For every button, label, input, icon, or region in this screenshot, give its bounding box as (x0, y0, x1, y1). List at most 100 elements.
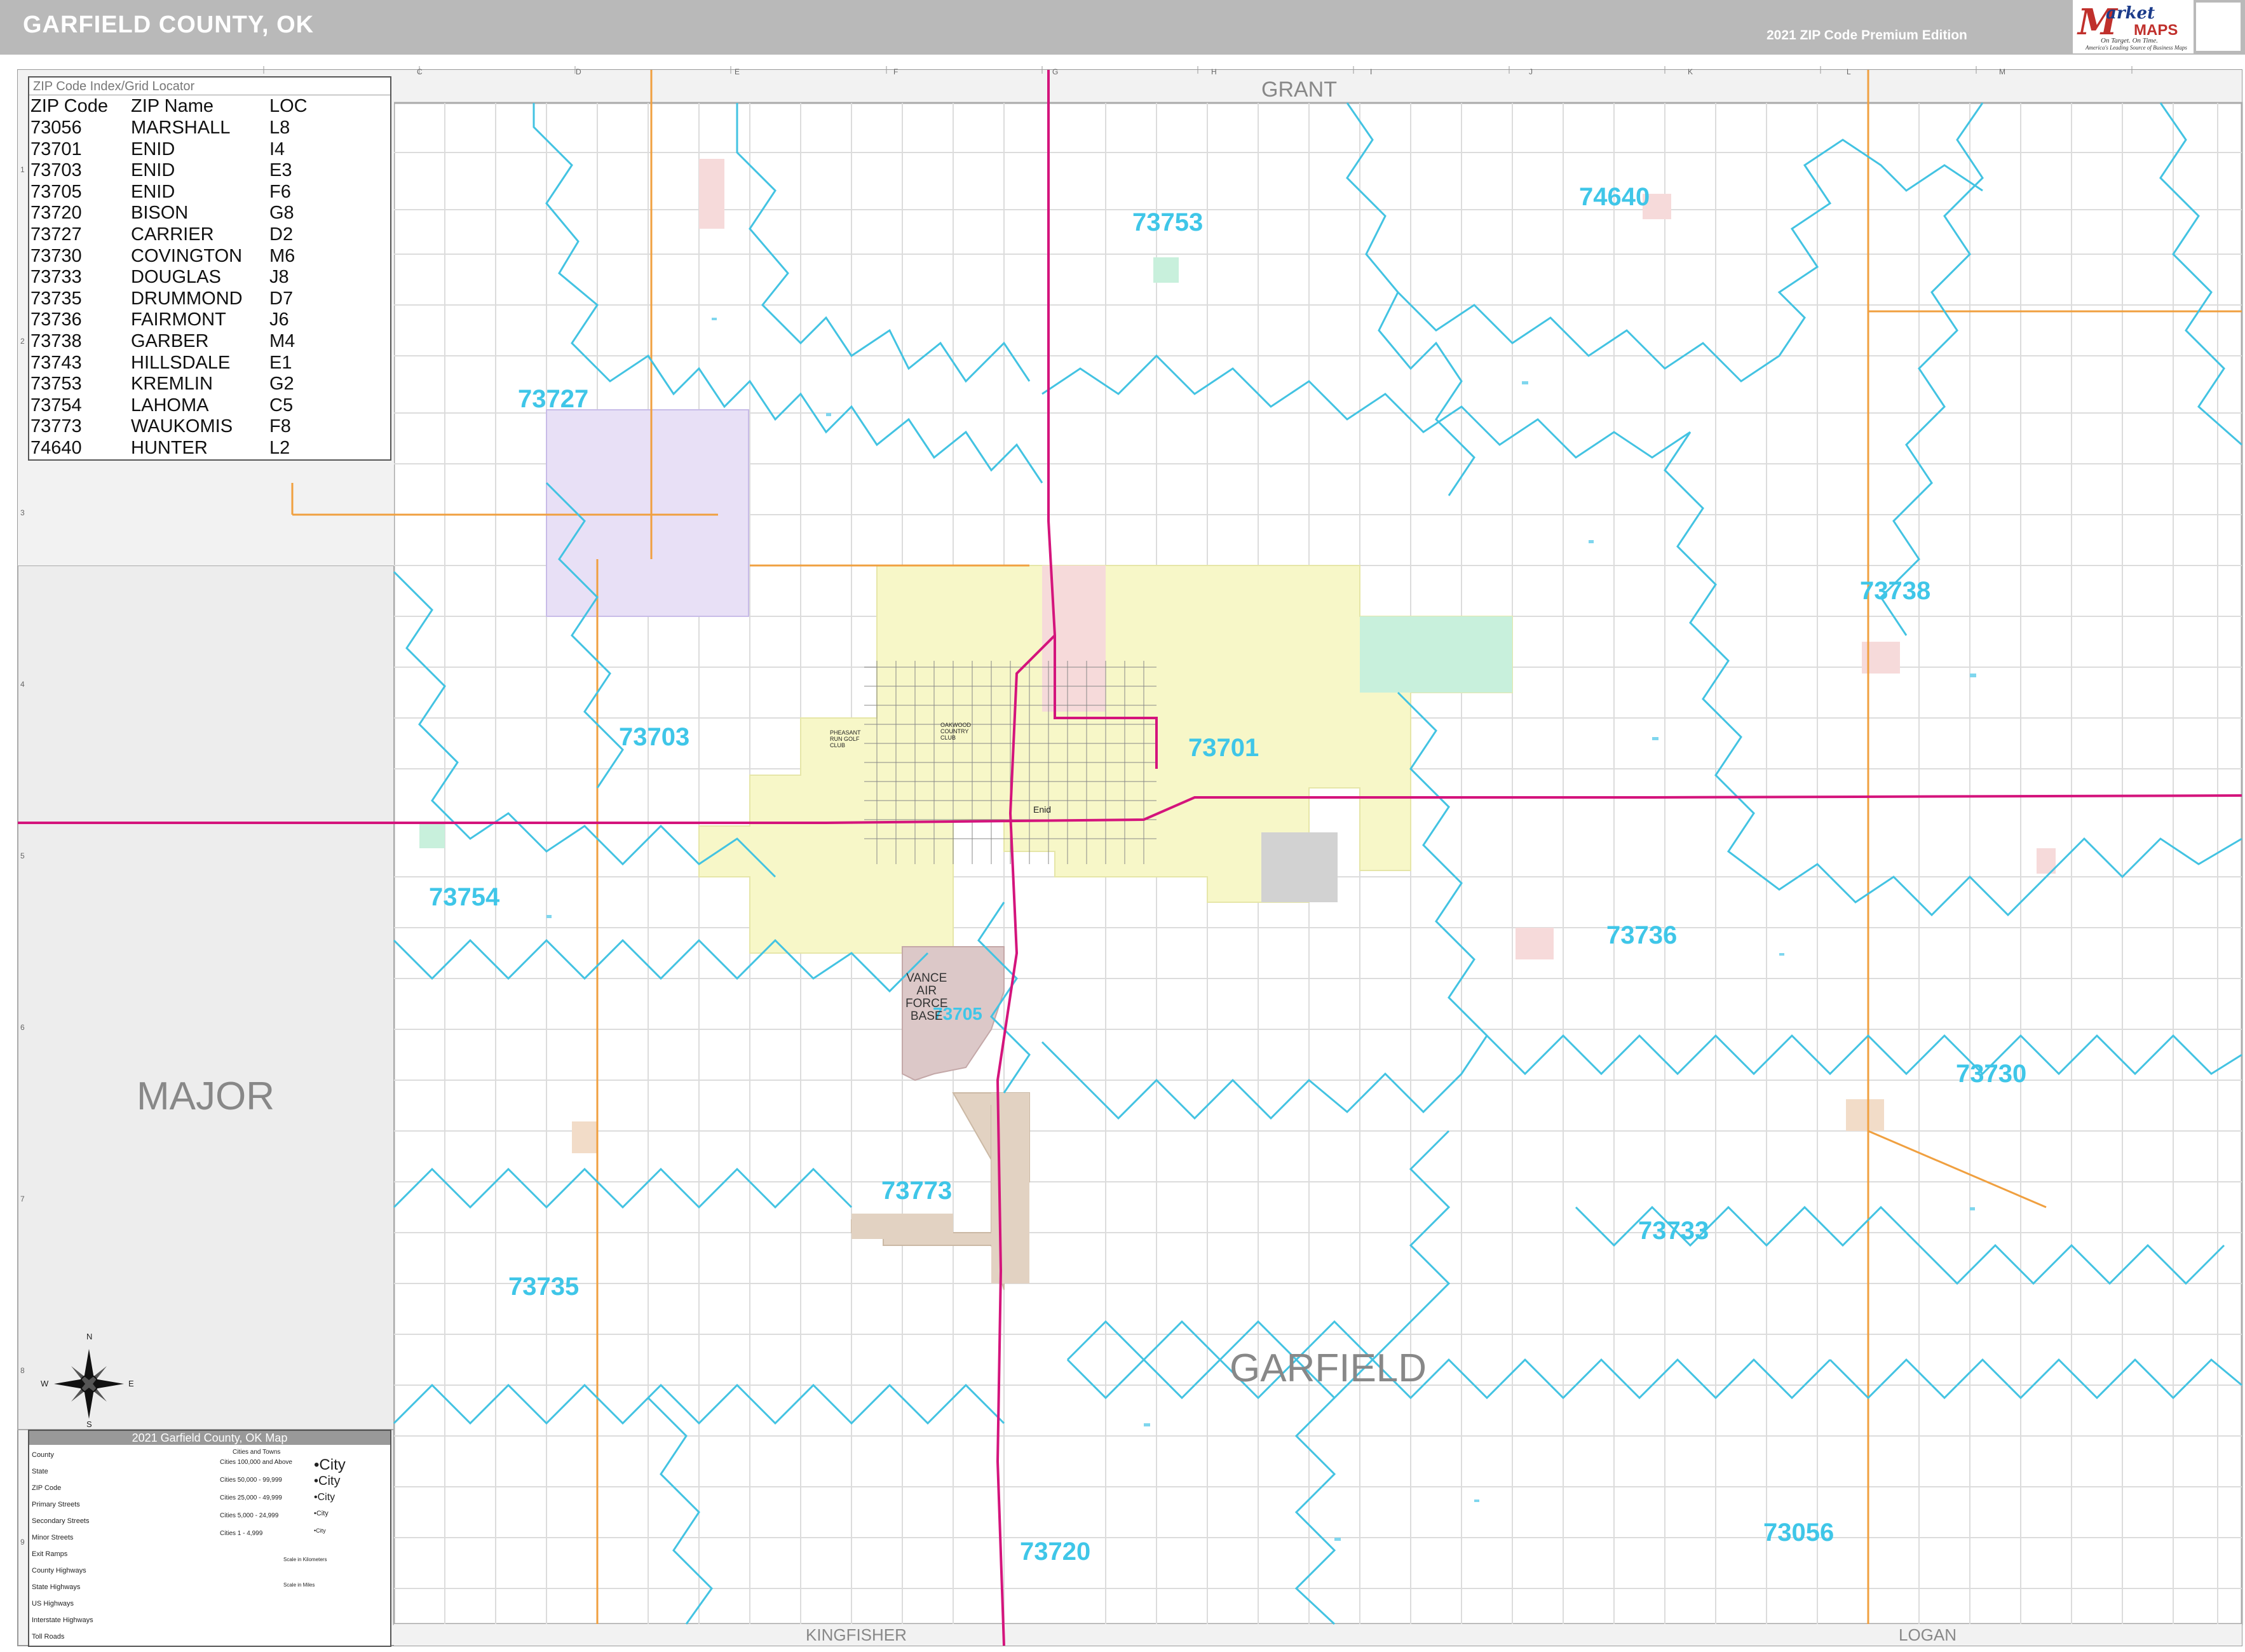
index-cell-name: DOUGLAS (131, 267, 221, 288)
legend-item-label: US Highways (32, 1600, 74, 1608)
index-header-loc: LOC (269, 96, 308, 116)
index-cell-name: CARRIER (131, 224, 214, 245)
legend-item-label: County (32, 1451, 54, 1459)
legend-item-label: Minor Streets (32, 1534, 74, 1541)
index-row: 73727 CARRIER D2 (29, 224, 390, 245)
zip-label-73773[interactable]: 73773 (881, 1177, 952, 1205)
index-cell-zip: 73735 (31, 288, 82, 309)
logo-tagline: On Target. On Time. (2101, 37, 2158, 44)
legend-city-item: Cities 1 - 4,999 (220, 1530, 263, 1537)
county-label-grant: GRANT (1261, 78, 1337, 102)
grid-col-label: C (417, 67, 423, 76)
waukomis-west-strip (851, 1214, 953, 1239)
zip-label-73056[interactable]: 73056 (1763, 1519, 1834, 1547)
grid-col-label: G (1052, 67, 1059, 76)
index-row: 73705 ENID F6 (29, 181, 390, 203)
index-header-name: ZIP Name (131, 96, 214, 116)
grid-row-label: 6 (20, 1023, 25, 1032)
legend-city-sample: •City (314, 1527, 326, 1534)
kremlin-town (1153, 257, 1179, 283)
grid-col-label: M (1999, 67, 2005, 76)
index-cell-zip: 73727 (31, 224, 82, 245)
legend-city-sample: •City (314, 1510, 329, 1517)
legend-item-label: State (32, 1468, 48, 1475)
zip-label-73735[interactable]: 73735 (508, 1273, 579, 1301)
index-cell-zip: 73738 (31, 331, 82, 351)
index-cell-name: ENID (131, 139, 175, 159)
grid-col-label: K (1688, 67, 1693, 76)
logo-tagline-2: America's Leading Source of Business Map… (2086, 44, 2187, 51)
legend-title: 2021 Garfield County, OK Map (29, 1431, 390, 1445)
index-row: 73773 WAUKOMIS F8 (29, 416, 390, 437)
zip-label-73730[interactable]: 73730 (1956, 1060, 2026, 1088)
legend-city-header: Cities and Towns (233, 1449, 281, 1456)
index-row: 73730 COVINGTON M6 (29, 245, 390, 267)
index-cell-zip: 73720 (31, 203, 82, 224)
legend-city-sample: •City (314, 1492, 336, 1503)
zip-label-73753[interactable]: 73753 (1132, 208, 1203, 237)
index-cell-name: LAHOMA (131, 395, 209, 416)
index-cell-zip: 73773 (31, 416, 82, 437)
edition-label: 2021 ZIP Code Premium Edition (1767, 28, 1967, 43)
index-cell-name: FAIRMONT (131, 309, 226, 330)
index-cell-name: KREMLIN (131, 374, 213, 395)
county-label-logan: LOGAN (1899, 1625, 1957, 1644)
legend-scale-mi: Scale in Miles (283, 1582, 315, 1588)
zip-label-73738[interactable]: 73738 (1860, 577, 1930, 606)
zip-label-73720[interactable]: 73720 (1020, 1538, 1090, 1566)
index-cell-zip: 73753 (31, 374, 82, 395)
index-row: 73056 MARSHALL L8 (29, 117, 390, 139)
vance-air-force-base-label: VANCE AIR FORCE BASE (905, 972, 948, 1023)
index-cell-name: HUNTER (131, 438, 208, 458)
index-cell-zip: 73754 (31, 395, 82, 416)
zip-label-73733[interactable]: 73733 (1638, 1217, 1709, 1245)
zip-code-index: ZIP Code Index/Grid Locator ZIP Code ZIP… (28, 76, 391, 461)
grid-col-label: D (576, 67, 581, 76)
index-cell-zip: 73743 (31, 352, 82, 373)
index-cell-zip: 73056 (31, 118, 82, 138)
index-row: 73736 FAIRMONT J6 (29, 309, 390, 330)
compass-west: W (41, 1379, 49, 1388)
index-cell-zip: 73701 (31, 139, 82, 159)
zip-label-74640[interactable]: 74640 (1579, 183, 1650, 212)
index-cell-loc: J6 (269, 309, 289, 330)
county-label-major: MAJOR (137, 1074, 275, 1118)
index-header-row: ZIP Code ZIP Name LOC (29, 95, 390, 117)
grid-col-label: F (893, 67, 899, 76)
zip-label-73736[interactable]: 73736 (1606, 921, 1677, 950)
grid-row-label: 1 (20, 165, 25, 174)
index-cell-loc: C5 (269, 395, 294, 416)
index-row: 73701 ENID I4 (29, 139, 390, 160)
logo-arket: arket (2106, 4, 2155, 23)
legend-city-sample: •City (314, 1474, 341, 1488)
legend-city-item: Cities 5,000 - 24,999 (220, 1512, 279, 1519)
index-cell-loc: J8 (269, 267, 289, 288)
zip-label-73727[interactable]: 73727 (518, 385, 588, 414)
map-title: GARFIELD COUNTY, OK (23, 11, 315, 38)
zip-label-73703[interactable]: 73703 (619, 723, 689, 752)
grid-col-label: E (735, 67, 740, 76)
legend-item-label: State Highways (32, 1583, 81, 1591)
index-cell-loc: M6 (269, 245, 295, 266)
index-cell-zip: 74640 (31, 438, 82, 458)
index-row: 73733 DOUGLAS J8 (29, 266, 390, 288)
hunter-zip-green-area (1360, 616, 1512, 693)
grid-col-label: H (1211, 67, 1217, 76)
zip-label-73754[interactable]: 73754 (429, 883, 499, 912)
grid-col-label: I (1370, 67, 1373, 76)
fairmont-town (1516, 928, 1554, 959)
index-row: 74640 HUNTER L2 (29, 437, 390, 459)
index-row: 73703 ENID E3 (29, 159, 390, 181)
legend-item-label: Primary Streets (32, 1501, 80, 1508)
market-maps-logo: M arket MAPS On Target. On Time. America… (2073, 0, 2194, 53)
index-cell-zip: 73733 (31, 267, 82, 288)
grid-row-label: 4 (20, 680, 25, 689)
index-cell-loc: M4 (269, 331, 295, 351)
legend-item-label: County Highways (32, 1567, 86, 1574)
zip-label-73701[interactable]: 73701 (1188, 734, 1259, 762)
index-cell-name: BISON (131, 203, 189, 224)
compass-east: E (128, 1379, 134, 1388)
index-cell-name: GARBER (131, 331, 209, 351)
index-cell-zip: 73730 (31, 245, 82, 266)
grid-row-label: 7 (20, 1195, 25, 1203)
